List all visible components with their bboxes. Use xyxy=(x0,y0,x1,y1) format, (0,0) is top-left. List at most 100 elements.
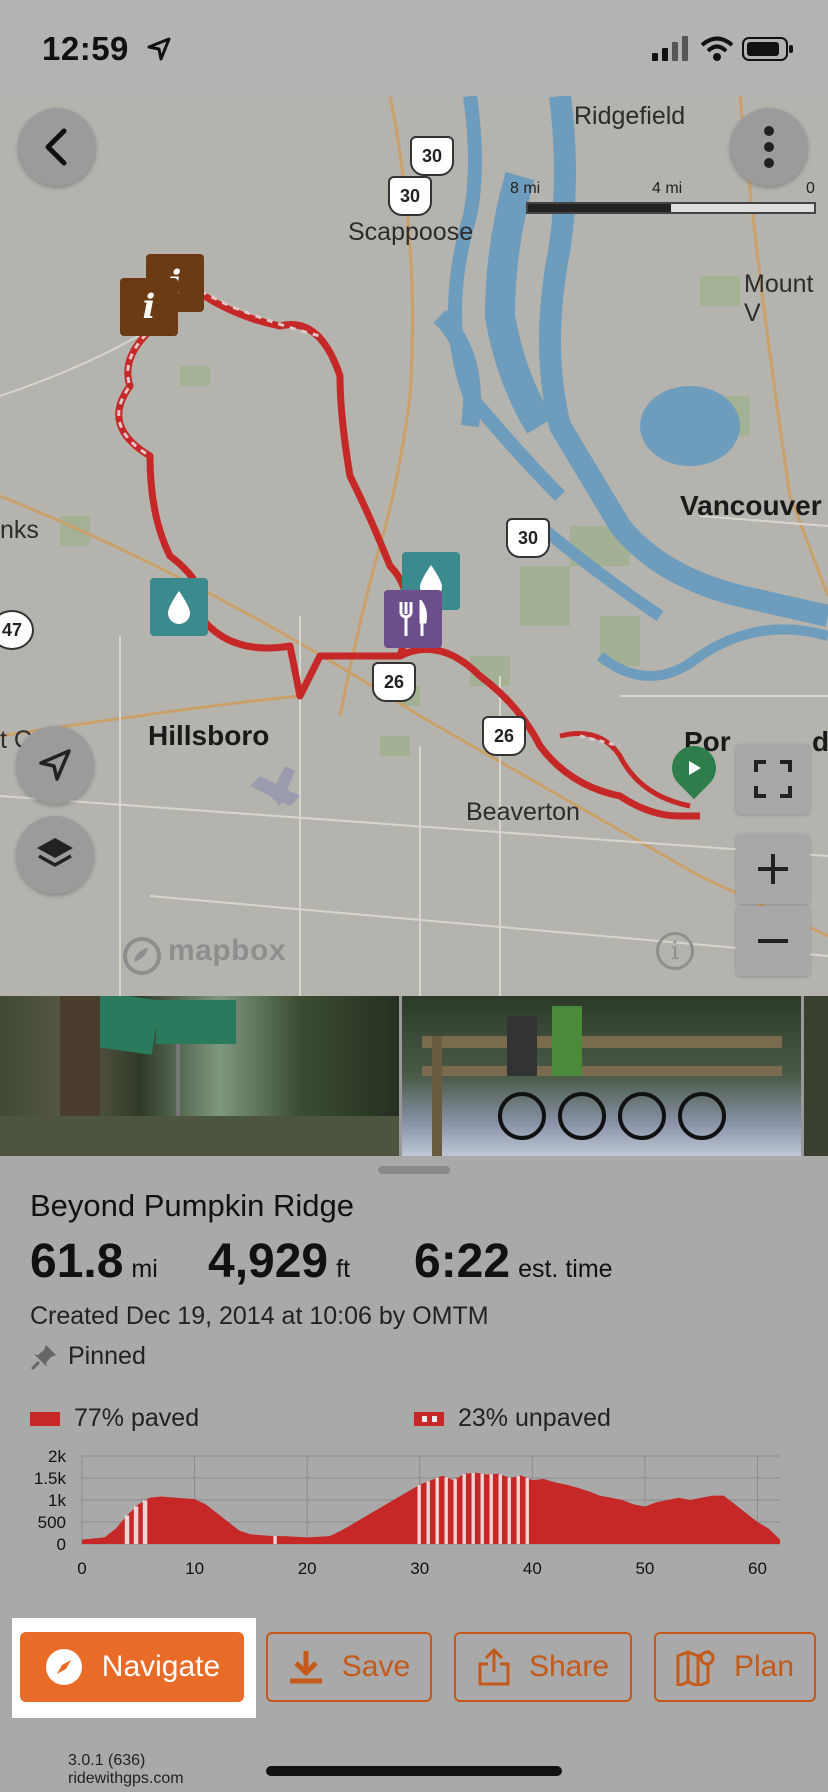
unpaved-band xyxy=(507,1477,511,1544)
mapbox-logo-icon xyxy=(123,937,161,975)
map-label-vancouver: Vancouver xyxy=(680,490,822,521)
poi-water-icon[interactable] xyxy=(150,578,208,636)
cellular-signal-icon xyxy=(652,36,688,61)
info-icon: i xyxy=(671,937,679,965)
plan-label: Plan xyxy=(733,1650,795,1683)
status-bar: 12:59 xyxy=(0,0,828,96)
route-photo[interactable] xyxy=(402,996,802,1156)
more-vertical-icon xyxy=(764,126,774,168)
unpaved-band xyxy=(525,1478,529,1544)
elevation-value: 4,929 xyxy=(208,1235,329,1288)
location-arrow-icon xyxy=(39,749,71,781)
route-title: Beyond Pumpkin Ridge xyxy=(30,1188,354,1223)
chart-y-tick-label: 1k xyxy=(48,1491,66,1510)
poi-food-icon[interactable] xyxy=(384,590,442,648)
map-pin-icon xyxy=(676,1649,715,1686)
route-photos[interactable] xyxy=(0,996,828,1156)
unpaved-band xyxy=(471,1472,475,1544)
location-arrow-icon xyxy=(147,37,171,61)
site-label: ridewithgps.com xyxy=(68,1770,184,1787)
unpaved-swatch xyxy=(414,1411,444,1426)
fullscreen-icon xyxy=(754,760,792,798)
sheet-drag-handle[interactable] xyxy=(378,1166,450,1174)
compass-icon xyxy=(45,1649,82,1685)
unpaved-band xyxy=(453,1479,457,1544)
map-label-beaverton: Beaverton xyxy=(466,798,580,826)
route-distance: 61.8 mi xyxy=(30,1234,158,1289)
map-label-banks: nks xyxy=(0,516,39,544)
paved-label: 77% paved xyxy=(74,1404,200,1432)
unpaved-band xyxy=(417,1484,421,1544)
save-label: Save xyxy=(341,1650,411,1683)
highway-shield-30: 30 xyxy=(410,136,454,176)
unpaved-band xyxy=(273,1536,277,1544)
unpaved-band xyxy=(480,1473,484,1544)
locate-me-button[interactable] xyxy=(16,726,94,804)
minus-icon xyxy=(758,939,788,943)
share-label: Share xyxy=(528,1650,610,1683)
unpaved-band xyxy=(133,1506,139,1544)
unpaved-band xyxy=(489,1474,493,1544)
share-button[interactable]: Share xyxy=(454,1632,632,1702)
unpaved-band xyxy=(444,1477,448,1544)
highway-shield-26: 26 xyxy=(372,662,416,702)
chart-x-tick-label: 30 xyxy=(410,1559,429,1578)
action-bar: Navigate Save Share Plan xyxy=(0,1618,828,1708)
zoom-out-button[interactable] xyxy=(736,906,810,976)
route-elevation-gain: 4,929 ft xyxy=(208,1234,350,1289)
unpaved-band xyxy=(435,1477,439,1544)
elevation-unit: ft xyxy=(336,1255,351,1283)
plus-icon xyxy=(758,854,788,884)
highway-shield-26: 26 xyxy=(482,716,526,756)
route-photo[interactable] xyxy=(804,996,828,1156)
route-created-info: Created Dec 19, 2014 at 10:06 by OMTM xyxy=(30,1302,489,1330)
chart-x-tick-label: 20 xyxy=(298,1559,317,1578)
water-drop-icon xyxy=(168,591,190,624)
chart-x-tick-label: 10 xyxy=(185,1559,204,1578)
pinned-label: Pinned xyxy=(68,1342,146,1370)
map-label-portland-b: d xyxy=(812,726,828,757)
zoom-in-button[interactable] xyxy=(736,834,810,904)
legend-unpaved: 23% unpaved xyxy=(414,1404,611,1433)
back-button[interactable] xyxy=(18,108,96,186)
chart-x-tick-label: 60 xyxy=(748,1559,767,1578)
highway-shield-30: 30 xyxy=(506,518,550,558)
unpaved-band xyxy=(426,1481,430,1544)
fullscreen-button[interactable] xyxy=(736,744,810,814)
chevron-left-icon xyxy=(45,128,67,166)
chart-x-tick-label: 50 xyxy=(635,1559,654,1578)
app-version-info: 3.0.1 (636) ridewithgps.com xyxy=(68,1752,184,1788)
time-unit: est. time xyxy=(518,1255,613,1283)
more-options-button[interactable] xyxy=(730,108,808,186)
pinned-status[interactable]: Pinned xyxy=(30,1342,146,1371)
poi-info-icon[interactable]: i xyxy=(120,278,178,336)
share-icon xyxy=(478,1648,510,1686)
elevation-profile-chart[interactable]: 0 500 1k 1.5k 2k 0 10 20 30 40 50 60 xyxy=(0,1446,828,1586)
paved-swatch xyxy=(30,1411,60,1426)
home-indicator[interactable] xyxy=(266,1766,562,1776)
plan-button[interactable]: Plan xyxy=(654,1632,816,1702)
pin-icon xyxy=(30,1344,56,1370)
route-map[interactable]: Ridgefield Scappoose Mount V Vancouver n… xyxy=(0,96,828,996)
unpaved-band xyxy=(124,1515,130,1544)
map-label-ridgefield: Ridgefield xyxy=(574,102,686,130)
map-label-mount: Mount V xyxy=(744,270,814,327)
chart-y-tick-label: 500 xyxy=(38,1513,66,1532)
save-button[interactable]: Save xyxy=(266,1632,432,1702)
navigate-button[interactable]: Navigate xyxy=(20,1632,244,1702)
unpaved-band xyxy=(142,1500,148,1544)
photo-cyclists-content xyxy=(422,1006,783,1156)
unpaved-label: 23% unpaved xyxy=(458,1404,611,1432)
time-value: 6:22 xyxy=(414,1235,511,1288)
play-icon xyxy=(689,761,701,775)
chart-y-tick-label: 2k xyxy=(48,1447,66,1466)
map-layers-button[interactable] xyxy=(16,816,94,894)
route-photo[interactable] xyxy=(0,996,400,1156)
elevation-area xyxy=(82,1472,780,1544)
map-info-button[interactable]: i xyxy=(656,932,694,970)
scale-label-mid: 4 mi xyxy=(652,180,683,197)
unpaved-band xyxy=(516,1476,520,1544)
chart-x-tick-label: 40 xyxy=(523,1559,542,1578)
chart-y-tick-label: 1.5k xyxy=(34,1469,67,1488)
scale-label-left: 8 mi xyxy=(510,180,541,197)
